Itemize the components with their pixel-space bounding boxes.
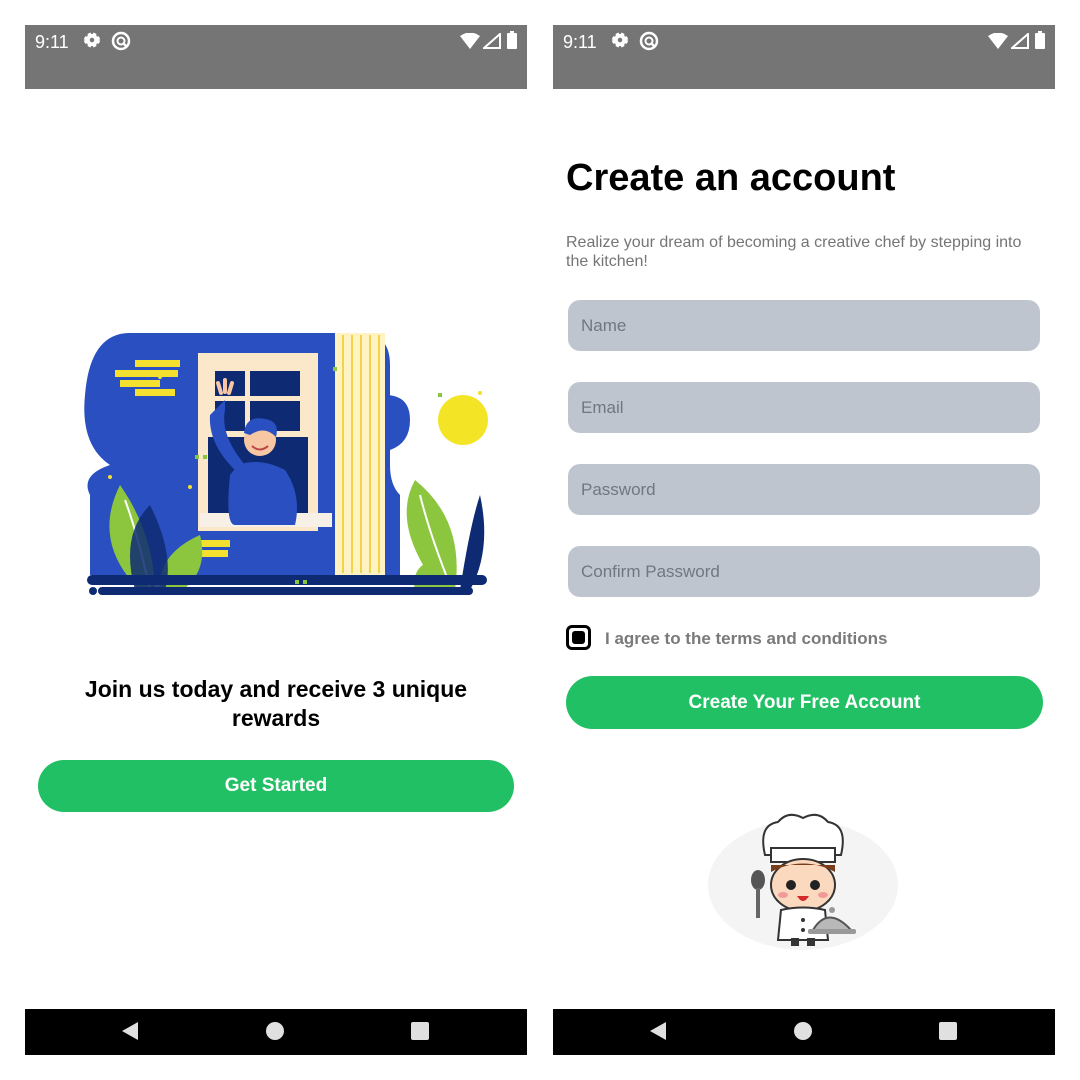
create-account-button[interactable]: Create Your Free Account: [566, 676, 1043, 729]
email-field[interactable]: [568, 382, 1040, 433]
onboarding-screen: 9:11 Join us today and receive 3 unique …: [25, 25, 527, 1055]
promo-text: Join us today and receive 3 unique rewar…: [84, 676, 468, 731]
page-subtitle: Realize your dream of becoming a creativ…: [566, 234, 1022, 270]
recent-apps-icon[interactable]: [938, 1021, 958, 1041]
confirm-password-field[interactable]: [568, 546, 1040, 597]
status-bar: 9:11: [25, 25, 527, 89]
nav-bar: [25, 1009, 527, 1055]
battery-icon: [1035, 31, 1045, 49]
gear-icon: [611, 32, 629, 48]
gear-icon: [83, 32, 101, 48]
password-field[interactable]: [568, 464, 1040, 515]
page-title: Create an account: [566, 157, 896, 199]
signal-icon: [483, 33, 501, 49]
dnd-icon: [111, 31, 131, 51]
status-time: 9:11: [563, 32, 597, 52]
status-bar: 9:11: [553, 25, 1055, 89]
back-icon[interactable]: [120, 1021, 140, 1041]
status-time: 9:11: [35, 32, 69, 52]
get-started-button[interactable]: Get Started: [38, 760, 514, 812]
wifi-icon: [460, 33, 480, 49]
signup-screen: 9:11 Create an account Realize your drea…: [553, 25, 1055, 1055]
nav-bar: [553, 1009, 1055, 1055]
dnd-icon: [639, 31, 659, 51]
battery-icon: [507, 31, 517, 49]
wifi-icon: [988, 33, 1008, 49]
signal-icon: [1011, 33, 1029, 49]
terms-checkbox[interactable]: [566, 625, 591, 650]
name-field[interactable]: [568, 300, 1040, 351]
recent-apps-icon[interactable]: [410, 1021, 430, 1041]
chef-mascot-image: [708, 813, 898, 950]
home-icon[interactable]: [793, 1021, 813, 1041]
back-icon[interactable]: [648, 1021, 668, 1041]
terms-label: I agree to the terms and conditions: [605, 629, 888, 648]
welcome-illustration: [84, 333, 488, 595]
home-icon[interactable]: [265, 1021, 285, 1041]
checkbox-check-mark: [572, 631, 585, 644]
